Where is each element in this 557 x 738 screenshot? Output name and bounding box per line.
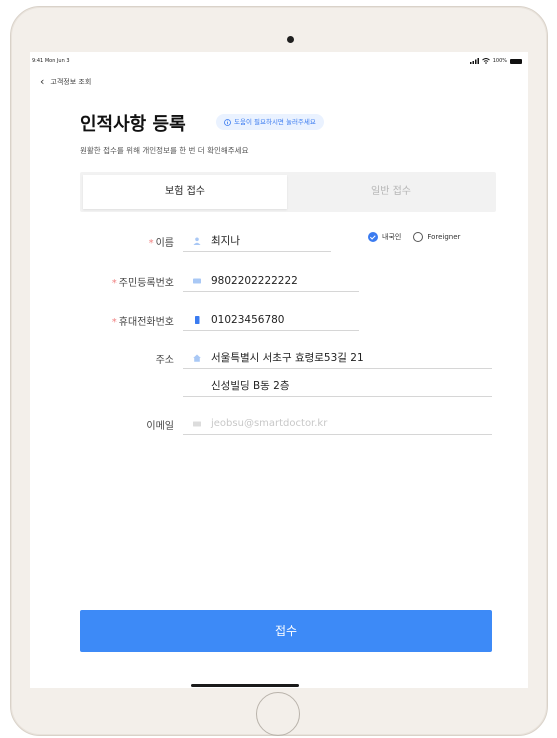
phone-label-text: 휴대전화번호 bbox=[118, 317, 174, 328]
address-row-2: 신성빌딩 B동 2층 bbox=[30, 375, 528, 397]
address-line1-value: 서울특별시 서초구 효령로53길 21 bbox=[211, 352, 364, 364]
address-row: 주소 서울특별시 서초구 효령로53길 21 bbox=[30, 347, 528, 369]
back-button[interactable]: ‹ 고객정보 조회 bbox=[40, 76, 91, 87]
rrn-label-text: 주민등록번호 bbox=[118, 278, 174, 289]
person-icon bbox=[193, 237, 201, 245]
required-mark: * bbox=[148, 238, 154, 249]
email-label: 이메일 bbox=[146, 421, 174, 432]
radio-foreigner-label: Foreigner bbox=[427, 233, 461, 241]
rrn-row: * 주민등록번호 9802202222222 bbox=[30, 270, 528, 292]
nationality-radio-group: 내국인 Foreigner bbox=[368, 232, 460, 242]
app-screen: 9:41 Mon Jun 3 100% ‹ 고객정보 조회 인적사항 등록 도움… bbox=[30, 52, 528, 688]
submit-button[interactable]: 접수 bbox=[80, 610, 492, 652]
email-placeholder: jeobsu@smartdoctor.kr bbox=[211, 418, 328, 429]
phone-label: * 휴대전화번호 bbox=[112, 313, 174, 328]
name-label: * 이름 bbox=[149, 234, 174, 249]
help-label: 도움이 필요하시면 눌러주세요 bbox=[234, 118, 316, 126]
registration-tabs: 보험 접수 일반 접수 bbox=[80, 172, 496, 212]
address-line2-field[interactable]: 신성빌딩 B동 2층 bbox=[183, 375, 492, 397]
name-row: * 이름 최지나 내국인 Foreigner bbox=[30, 230, 528, 252]
id-card-icon bbox=[193, 278, 201, 283]
chevron-left-icon: ‹ bbox=[40, 75, 45, 88]
page-title: 인적사항 등록 bbox=[80, 114, 186, 135]
name-label-text: 이름 bbox=[155, 238, 174, 249]
battery-icon bbox=[510, 58, 522, 64]
status-time: 9:41 Mon Jun 3 bbox=[32, 58, 70, 64]
status-right: 100% bbox=[469, 58, 522, 64]
home-icon bbox=[193, 354, 201, 362]
mail-icon bbox=[193, 421, 201, 426]
help-button[interactable]: 도움이 필요하시면 눌러주세요 bbox=[216, 114, 324, 130]
rrn-field[interactable]: 9802202222222 bbox=[183, 270, 359, 292]
back-label: 고객정보 조회 bbox=[50, 77, 92, 86]
address-line1-field[interactable]: 서울특별시 서초구 효령로53길 21 bbox=[183, 347, 492, 369]
name-value: 최지나 bbox=[211, 235, 240, 247]
tab-insurance[interactable]: 보험 접수 bbox=[83, 175, 287, 209]
tab-general[interactable]: 일반 접수 bbox=[289, 175, 493, 209]
wifi-icon bbox=[481, 58, 490, 64]
required-mark: * bbox=[111, 278, 117, 289]
info-icon bbox=[224, 118, 231, 126]
required-mark: * bbox=[111, 317, 117, 328]
address-label: 주소 bbox=[155, 355, 174, 366]
page-subtitle: 원활한 접수를 위해 개인정보를 한 번 더 확인해주세요 bbox=[80, 146, 249, 155]
email-field[interactable]: jeobsu@smartdoctor.kr bbox=[183, 413, 492, 435]
home-indicator bbox=[191, 684, 299, 687]
radio-domestic[interactable] bbox=[368, 232, 378, 242]
rrn-value: 9802202222222 bbox=[211, 274, 298, 287]
phone-icon bbox=[195, 315, 200, 324]
battery-percent: 100% bbox=[492, 58, 507, 64]
name-field[interactable]: 최지나 bbox=[183, 230, 331, 252]
address-line2-value: 신성빌딩 B동 2층 bbox=[211, 380, 290, 392]
radio-foreigner[interactable] bbox=[413, 232, 424, 242]
status-bar: 9:41 Mon Jun 3 100% bbox=[30, 58, 528, 70]
rrn-label: * 주민등록번호 bbox=[112, 274, 174, 289]
phone-field[interactable]: 01023456780 bbox=[183, 309, 359, 331]
phone-row: * 휴대전화번호 01023456780 bbox=[30, 309, 528, 331]
phone-value: 01023456780 bbox=[211, 313, 285, 326]
home-button[interactable] bbox=[256, 692, 300, 736]
front-camera bbox=[287, 36, 294, 43]
signal-icon bbox=[469, 58, 479, 64]
radio-domestic-label: 내국인 bbox=[382, 233, 402, 241]
email-row: 이메일 jeobsu@smartdoctor.kr bbox=[30, 413, 528, 435]
